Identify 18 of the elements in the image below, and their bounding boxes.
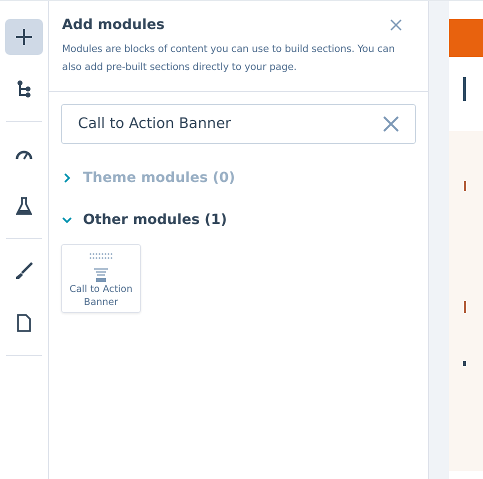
gauge-icon: [15, 148, 33, 160]
brush-icon: [15, 262, 33, 280]
section-toggle[interactable]: Other modules (1): [61, 212, 416, 228]
section-label: Theme modules (0): [83, 170, 236, 186]
clear-icon[interactable]: [383, 116, 399, 132]
close-icon[interactable]: [390, 19, 402, 31]
tree-icon: [17, 80, 31, 98]
module-card[interactable]: Call to Action Banner: [61, 244, 141, 313]
add-button[interactable]: [5, 19, 43, 55]
drag-handle-icon: [89, 253, 113, 259]
flask-icon: [16, 197, 32, 215]
search-field[interactable]: Call to Action Banner: [61, 104, 416, 144]
page-icon: [17, 314, 31, 332]
panel-description: Modules are blocks of content you can use to build sections. You can also add pre-built sections directly to your page.: [62, 43, 396, 75]
panel-title: Add modules: [62, 17, 165, 33]
section-label: Other modules (1): [83, 212, 228, 228]
plus-icon: [14, 27, 34, 47]
banner-icon: [93, 267, 109, 283]
